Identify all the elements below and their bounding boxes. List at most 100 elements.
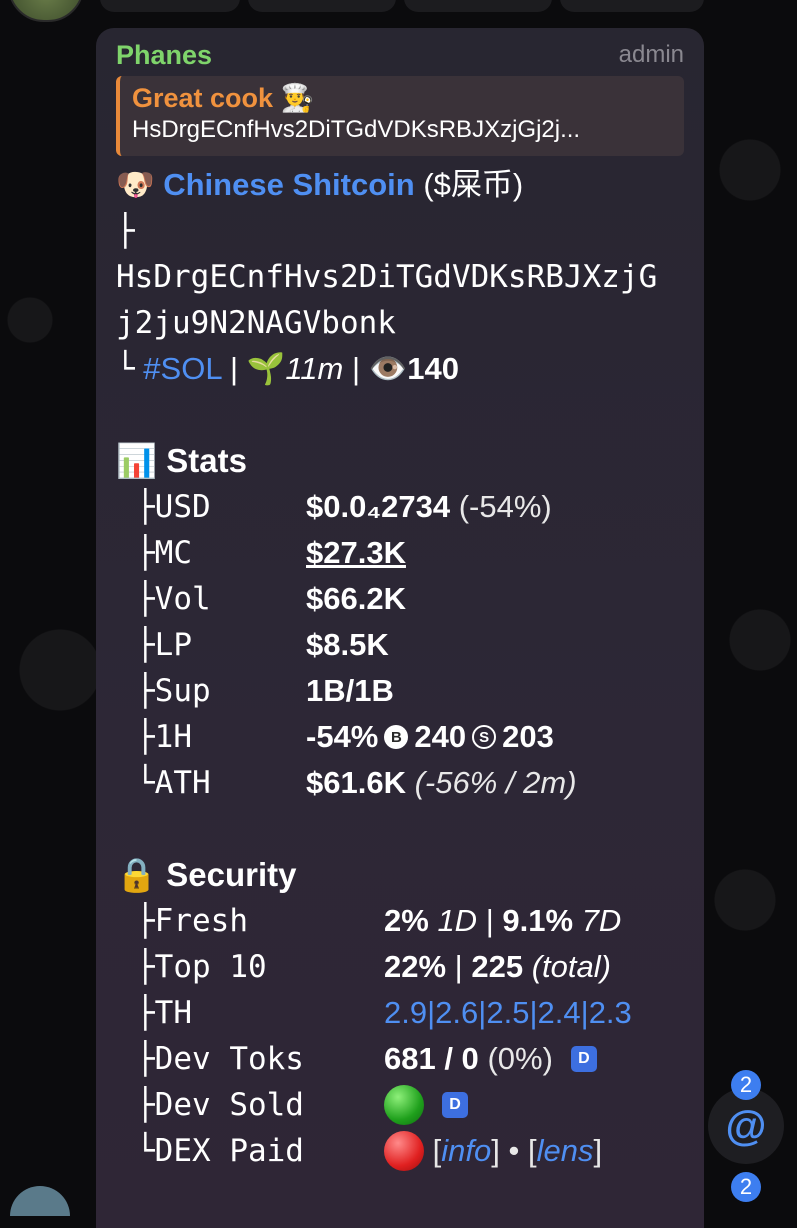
security-row-dex-paid: └DEX Paid [info] • [lens]: [116, 1128, 684, 1174]
stat-value: $8.5K: [306, 627, 389, 663]
bracket: ]: [593, 1133, 602, 1169]
token-title: 🐶 Chinese Shitcoin ($屎币): [116, 162, 684, 208]
sender-row: Phanes admin: [116, 40, 684, 70]
views-count: 140: [407, 351, 459, 386]
separator: |: [455, 949, 463, 985]
security-title: Security: [166, 856, 296, 893]
security-row-fresh: ├Fresh 2% 1D | 9.1% 7D: [116, 898, 684, 944]
eye-icon: 👁️: [369, 351, 408, 386]
security-value: 2%: [384, 903, 429, 939]
token-address-1[interactable]: HsDrgECnfHvs2DiTGdVDKsRBJXzjG: [116, 254, 684, 300]
chain-hashtag[interactable]: #SOL: [143, 351, 221, 386]
separator: |: [352, 351, 360, 386]
seedling-icon: 🌱: [247, 351, 286, 386]
stat-value: $66.2K: [306, 581, 406, 617]
holder-link[interactable]: 2.6: [435, 995, 478, 1031]
holder-link[interactable]: 2.9: [384, 995, 427, 1031]
separator: |: [486, 903, 494, 939]
red-circle-icon: [384, 1131, 424, 1171]
dev-tag-icon[interactable]: D: [571, 1046, 597, 1072]
tree-branch: ├: [116, 213, 135, 249]
top-chip: [248, 0, 396, 12]
sell-icon: S: [472, 725, 496, 749]
holder-link[interactable]: 2.5: [486, 995, 529, 1031]
stat-row-usd: ├USD $0.0₄2734 (-54%): [116, 484, 684, 530]
mention-count-badge: 2: [731, 1070, 761, 1100]
top-chip: [404, 0, 552, 12]
message-bubble[interactable]: Phanes admin Great cook 👨‍🍳 HsDrgECnfHvs…: [96, 28, 704, 1228]
token-address-2[interactable]: j2ju9N2NAGVbonk: [116, 300, 684, 346]
bracket: [: [528, 1133, 537, 1169]
separator: |: [581, 995, 589, 1031]
stat-value: 1B/1B: [306, 673, 394, 709]
address-branch: ├: [116, 208, 684, 254]
sender-name[interactable]: Phanes: [116, 40, 212, 71]
security-value: 681 / 0: [384, 1041, 479, 1077]
stat-value: -54%: [306, 719, 378, 755]
stat-value: $0.0₄2734: [306, 489, 450, 525]
security-row-top10: ├Top 10 22% | 225 (total): [116, 944, 684, 990]
reply-text: HsDrgECnfHvs2DiTGdVDKsRBJXzjGj2j...: [132, 116, 672, 144]
security-value: 225: [471, 949, 523, 985]
buy-icon: B: [384, 725, 408, 749]
dev-tag-icon[interactable]: D: [442, 1092, 468, 1118]
stat-label: ├LP: [116, 627, 306, 663]
stat-row-1h: ├1H -54% B 240 S 203: [116, 714, 684, 760]
bracket: ]: [491, 1133, 500, 1169]
stat-value: $61.6K: [306, 765, 406, 801]
total-label: (total): [532, 949, 611, 985]
dog-icon: 🐶: [116, 167, 155, 202]
token-ticker: ($屎币): [423, 167, 523, 202]
lock-icon: 🔒: [116, 856, 157, 893]
bar-chart-icon: 📊: [116, 442, 157, 479]
stat-row-vol: ├Vol $66.2K: [116, 576, 684, 622]
security-label: ├Dev Toks: [116, 1041, 384, 1077]
info-link[interactable]: info: [441, 1133, 491, 1169]
period: 7D: [582, 903, 622, 939]
holder-link[interactable]: 2.3: [589, 995, 632, 1031]
holder-link[interactable]: 2.4: [538, 995, 581, 1031]
separator: |: [427, 995, 435, 1031]
security-label: ├TH: [116, 995, 384, 1031]
stat-row-ath: └ATH $61.6K (-56% / 2m): [116, 760, 684, 806]
stat-label: ├Sup: [116, 673, 306, 709]
security-heading: 🔒 Security: [116, 852, 684, 898]
stat-label: └ATH: [116, 765, 306, 801]
stats-heading: 📊 Stats: [116, 438, 684, 484]
top-chip: [560, 0, 704, 12]
percent: (0%): [487, 1041, 552, 1077]
stats-title: Stats: [166, 442, 247, 479]
separator: |: [478, 995, 486, 1031]
bullet: •: [508, 1133, 519, 1169]
sell-count: 203: [502, 719, 554, 755]
stat-label: ├1H: [116, 719, 306, 755]
security-row-th: ├TH 2.9|2.6|2.5|2.4|2.3: [116, 990, 684, 1036]
security-label: ├Top 10: [116, 949, 384, 985]
stat-change: (-54%): [459, 489, 552, 525]
bracket: [: [433, 1133, 442, 1169]
separator: |: [529, 995, 537, 1031]
security-value: 22%: [384, 949, 446, 985]
token-name-link[interactable]: Chinese Shitcoin: [163, 167, 414, 202]
token-meta: └ #SOL | 🌱11m | 👁️140: [116, 346, 684, 392]
stat-row-sup: ├Sup 1B/1B: [116, 668, 684, 714]
stat-label: ├MC: [116, 535, 306, 571]
lens-link[interactable]: lens: [537, 1133, 594, 1169]
ath-detail: (-56% / 2m): [415, 765, 577, 801]
green-circle-icon: [384, 1085, 424, 1125]
period: 1D: [437, 903, 477, 939]
security-label: ├Fresh: [116, 903, 384, 939]
token-age: 11m: [285, 351, 343, 386]
reply-quote[interactable]: Great cook 👨‍🍳 HsDrgECnfHvs2DiTGdVDKsRBJ…: [116, 76, 684, 156]
reply-title: Great cook 👨‍🍳: [132, 82, 672, 116]
sender-role: admin: [619, 41, 684, 69]
security-label: ├Dev Sold: [116, 1087, 384, 1123]
stat-row-lp: ├LP $8.5K: [116, 622, 684, 668]
security-row-dev-sold: ├Dev Sold D: [116, 1082, 684, 1128]
security-value: 9.1%: [502, 903, 573, 939]
market-cap-link[interactable]: $27.3K: [306, 535, 406, 571]
at-icon: @: [726, 1102, 767, 1150]
stat-label: ├Vol: [116, 581, 306, 617]
top-chip: [100, 0, 240, 12]
buy-count: 240: [414, 719, 466, 755]
